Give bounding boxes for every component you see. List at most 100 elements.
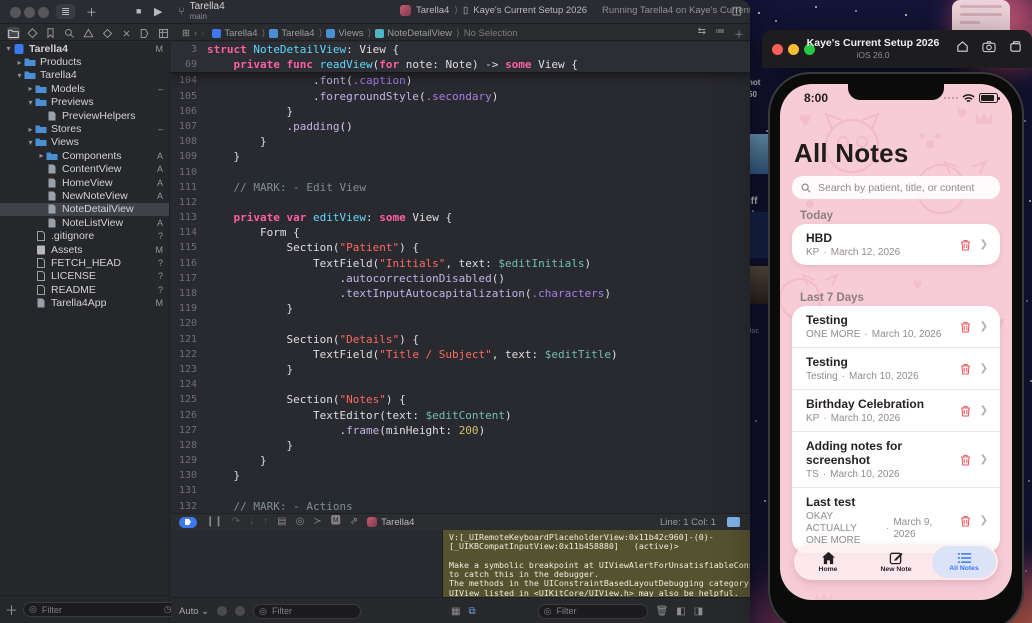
zoom-button[interactable] [38, 7, 49, 18]
console-toggle-icon[interactable] [727, 517, 740, 527]
sidebar-item-products[interactable]: ▸ Products [0, 55, 169, 68]
project-navigator-icon[interactable] [7, 26, 20, 40]
environment-overrides-icon[interactable]: ≻ [313, 517, 321, 527]
search-field[interactable] [792, 176, 1000, 199]
simulator-titlebar[interactable]: Kaye's Current Setup 2026 iOS 26.0 [762, 30, 1032, 68]
home-button-icon[interactable] [956, 40, 969, 53]
sidebar-item-homeview[interactable]: HomeView A [0, 176, 169, 189]
sidebar-item-tarella4[interactable]: ▾ Tarella4 M [0, 42, 169, 55]
variables-filter-field[interactable]: ◎ [253, 603, 362, 619]
tests-navigator-icon[interactable] [101, 27, 114, 40]
search-input[interactable] [816, 180, 991, 195]
back-icon[interactable]: ‹ [194, 28, 197, 39]
step-over-icon[interactable]: ↷ [232, 517, 240, 527]
simulate-location-icon[interactable]: ⇗ [350, 517, 358, 527]
pause-icon[interactable]: ❙❙ [206, 517, 223, 527]
reports-navigator-icon[interactable] [157, 27, 170, 40]
step-out-icon[interactable]: ↑ [263, 517, 268, 527]
disclosure-open-icon[interactable]: ▾ [4, 44, 13, 53]
source-control-navigator-icon[interactable] [26, 27, 39, 40]
sidebar-item-components[interactable]: ▸ Components A [0, 149, 169, 162]
sidebar-item-previewhelpers[interactable]: PreviewHelpers [0, 109, 169, 122]
tab-all-notes[interactable]: All Notes [930, 544, 998, 580]
tab-new-note[interactable]: New Note [862, 544, 930, 580]
sidebar-item-license[interactable]: LICENSE? [0, 270, 169, 283]
breadcrumb-item[interactable]: No Selection [464, 28, 518, 39]
sidebar-item-readme[interactable]: README? [0, 283, 169, 296]
editor-layout-icon[interactable]: ◫ [732, 4, 742, 17]
console-filter-field[interactable]: ◎ [537, 603, 648, 619]
minimize-button[interactable] [24, 7, 35, 18]
disclosure-open-icon[interactable]: ▾ [26, 138, 35, 147]
delete-note-icon[interactable] [960, 515, 972, 527]
note-list-item[interactable]: Adding notes for screenshot TS · March 10, … [792, 431, 1000, 487]
find-navigator-icon[interactable] [63, 27, 76, 40]
navigator-filter-input[interactable] [39, 603, 161, 616]
split-console-icon[interactable]: ◨ [694, 606, 703, 617]
source-editor[interactable]: 3 struct NoteDetailView: View {69 private… [171, 42, 750, 513]
code-review-icon[interactable]: ⇆ [698, 26, 706, 41]
note-list-item[interactable]: Birthday Celebration KP · March 10, 2026 ❯ [792, 389, 1000, 431]
sidebar-item-previews[interactable]: ▾ Previews [0, 96, 169, 109]
delete-note-icon[interactable] [960, 363, 972, 375]
console-output[interactable]: V:[_UIRemoteKeyboardPlaceholderView:0x11… [443, 530, 750, 597]
variables-mode-select[interactable]: Auto ⌄ [179, 606, 209, 617]
sidebar-item-stores[interactable]: ▸ Stores – [0, 122, 169, 135]
close-button[interactable] [10, 7, 21, 18]
disclosure-closed-icon[interactable]: ▸ [26, 84, 35, 93]
breakpoints-navigator-icon[interactable] [138, 27, 151, 40]
tab-home[interactable]: Home [794, 544, 862, 580]
save-screen-icon[interactable] [1009, 40, 1022, 53]
sidebar-item-.gitignore[interactable]: .gitignore? [0, 229, 169, 242]
sidebar-item-contentview[interactable]: ContentView A [0, 163, 169, 176]
delete-note-icon[interactable] [960, 454, 972, 466]
clear-console-icon[interactable]: 🗑 [656, 606, 669, 617]
metal-capture-icon[interactable]: 🅼 [331, 517, 341, 527]
issues-navigator-icon[interactable] [82, 27, 95, 40]
navigator-toggle-icon[interactable]: ≣ [56, 4, 76, 19]
variables-filter-input[interactable] [270, 605, 356, 617]
variables-option-icon[interactable] [217, 606, 228, 616]
note-list-item[interactable]: Testing ONE MORE · March 10, 2026 ❯ [792, 306, 1000, 347]
delete-note-icon[interactable] [960, 321, 972, 333]
note-list-item[interactable]: HBD KP · March 12, 2026 ❯ [792, 224, 1000, 265]
view-hierarchy-icon[interactable]: ▤ [277, 517, 286, 527]
related-items-icon[interactable]: ⊞ [182, 28, 190, 39]
running-process[interactable]: Tarella4 [367, 517, 414, 528]
sidebar-item-notedetailview[interactable]: NoteDetailView [0, 202, 169, 217]
disclosure-open-icon[interactable]: ▾ [15, 71, 24, 80]
console-filter-input[interactable] [554, 605, 642, 617]
debug-navigator-icon[interactable] [120, 27, 133, 40]
bookmarks-navigator-icon[interactable] [45, 27, 58, 40]
sidebar-item-notelistview[interactable]: NoteListView A [0, 216, 169, 229]
breakpoints-toggle-icon[interactable] [179, 516, 197, 528]
adjust-editor-icon[interactable]: ≔ [715, 26, 725, 41]
variables-option-icon[interactable] [235, 606, 246, 616]
forward-icon[interactable]: › [201, 28, 204, 39]
sidebar-item-assets[interactable]: Assets M [0, 243, 169, 256]
sidebar-item-fetch_head[interactable]: FETCH_HEAD? [0, 256, 169, 269]
sidebar-item-tarella4app[interactable]: Tarella4App M [0, 296, 169, 309]
note-list-item[interactable]: Testing Testing · March 10, 2026 ❯ [792, 347, 1000, 389]
screenshot-icon[interactable] [982, 40, 996, 53]
memory-graph-icon[interactable]: ◎ [296, 517, 305, 527]
sidebar-item-views[interactable]: ▾ Views [0, 136, 169, 149]
scheme-selector[interactable]: Tarella4 ⟩ ▯ Kaye's Current Setup 2026 R… [400, 5, 750, 16]
stop-button-icon[interactable]: ■ [136, 6, 141, 16]
sidebar-item-models[interactable]: ▸ Models – [0, 82, 169, 95]
console-mode-icon[interactable]: ▦ [451, 606, 460, 617]
add-tab-icon[interactable]: ＋ [86, 4, 97, 20]
disclosure-open-icon[interactable]: ▾ [26, 98, 35, 107]
run-button-icon[interactable]: ▶ [154, 5, 162, 18]
disclosure-closed-icon[interactable]: ▸ [26, 125, 35, 134]
disclosure-closed-icon[interactable]: ▸ [37, 151, 46, 160]
breadcrumb-item[interactable]: Tarella4 [269, 28, 315, 39]
navigator-filter-field[interactable]: ◎ ◷ ▣ [23, 602, 190, 617]
variables-view[interactable] [171, 530, 443, 597]
add-editor-icon[interactable]: ＋ [734, 26, 744, 41]
delete-note-icon[interactable] [960, 405, 972, 417]
step-into-icon[interactable]: ↓ [249, 517, 254, 527]
add-file-icon[interactable]: ＋ [5, 600, 18, 619]
disclosure-closed-icon[interactable]: ▸ [15, 58, 24, 67]
breadcrumb-item[interactable]: Tarella4 [212, 28, 258, 39]
